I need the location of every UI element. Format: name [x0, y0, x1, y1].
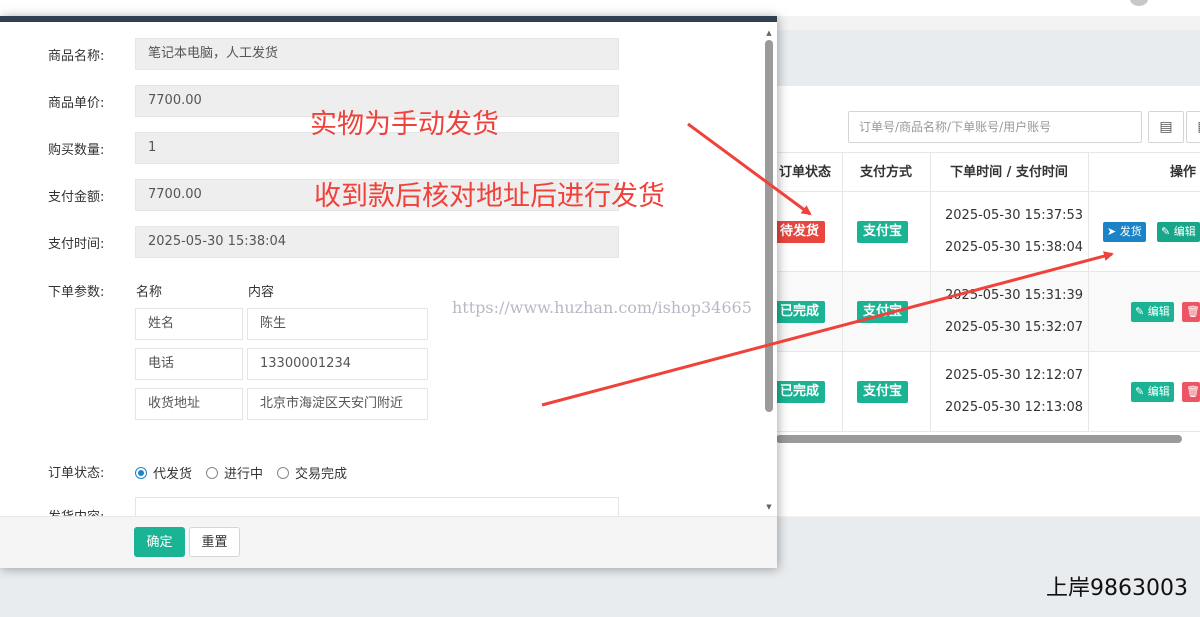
modal-body: 商品名称: 笔记本电脑，人工发货 商品单价: 7700.00 购买数量: 1 支…: [0, 22, 777, 516]
edit-button[interactable]: ✎ 编辑: [1131, 382, 1174, 402]
status-badge: 待发货: [774, 221, 826, 243]
param-name-cell[interactable]: 收货地址: [135, 388, 243, 420]
radio-checked-icon: [135, 466, 147, 479]
order-time: 2025-05-30 15:31:39: [945, 288, 1084, 303]
order-status-radio-group: 代发货 进行中 交易完成: [135, 463, 361, 482]
status-badge: 已完成: [774, 381, 826, 403]
payment-badge: 支付宝: [857, 221, 909, 243]
params-header-content: 内容: [248, 285, 275, 300]
param-content-cell[interactable]: 陈生: [247, 308, 428, 340]
order-edit-modal: 商品名称: 笔记本电脑，人工发货 商品单价: 7700.00 购买数量: 1 支…: [0, 16, 777, 568]
pay-time: 2025-05-30 15:32:07: [945, 320, 1084, 335]
top-navbar: [0, 0, 1200, 16]
quantity-label: 购买数量:: [48, 143, 105, 158]
pencil-icon: ✎: [1161, 225, 1171, 238]
table-row: 待发货 支付宝 2025-05-30 15:37:53 2025-05-30 1…: [774, 192, 1200, 272]
pay-amount-label: 支付金额:: [48, 190, 105, 205]
trash-icon: 🗑: [1186, 385, 1200, 398]
corner-contact-text: 上岸9863003: [1046, 576, 1188, 601]
payment-badge: 支付宝: [857, 381, 909, 403]
delivery-content-textarea[interactable]: [135, 497, 619, 516]
avatar[interactable]: [1130, 0, 1148, 6]
product-name-label: 商品名称:: [48, 49, 105, 64]
columns-button[interactable]: ▦: [1186, 111, 1200, 143]
th-payment-method: 支付方式: [859, 165, 912, 180]
edit-button[interactable]: ✎ 编辑: [1131, 302, 1174, 322]
content-header: [776, 30, 1200, 86]
pay-time: 2025-05-30 15:38:04: [945, 240, 1084, 255]
pencil-icon: ✎: [1135, 305, 1145, 318]
delete-button[interactable]: 🗑: [1182, 382, 1200, 402]
modal-footer: 确定 重置: [0, 516, 777, 568]
status-radio-in-progress[interactable]: 进行中: [206, 463, 263, 482]
th-order-pay-time: 下单时间 / 支付时间: [950, 165, 1068, 180]
order-params-label: 下单参数:: [48, 285, 105, 300]
scroll-up-icon[interactable]: ▲: [763, 28, 775, 38]
param-name-cell[interactable]: 姓名: [135, 308, 243, 340]
annotation-manual-shipping: 实物为手动发货: [310, 109, 499, 140]
edit-button[interactable]: ✎ 编辑: [1157, 222, 1200, 242]
param-content-cell[interactable]: 13300001234: [247, 348, 428, 380]
table-horizontal-scrollbar[interactable]: [776, 435, 1182, 443]
status-badge: 已完成: [774, 301, 826, 323]
status-radio-pending[interactable]: 代发货: [135, 463, 192, 482]
delete-button[interactable]: 🗑: [1182, 302, 1200, 322]
table-header: 订单状态 支付方式 下单时间 / 支付时间 操作: [776, 152, 1200, 192]
product-name-field[interactable]: 笔记本电脑，人工发货: [135, 38, 619, 70]
radio-unchecked-icon: [206, 466, 219, 479]
annotation-verify-address: 收到款后核对地址后进行发货: [314, 181, 665, 212]
orders-table: 订单状态 支付方式 下单时间 / 支付时间 操作 待发货 支付宝 2025-05…: [774, 152, 1200, 432]
order-time: 2025-05-30 12:12:07: [945, 368, 1084, 383]
order-search-input[interactable]: 订单号/商品名称/下单账号/用户账号: [848, 111, 1142, 143]
list-icon: ▤: [1159, 119, 1173, 135]
pay-time: 2025-05-30 12:13:08: [945, 400, 1084, 415]
radio-unchecked-icon: [277, 466, 290, 479]
scroll-down-icon[interactable]: ▼: [763, 502, 775, 512]
list-view-button[interactable]: ▤: [1148, 111, 1184, 143]
order-time: 2025-05-30 15:37:53: [945, 208, 1084, 223]
status-radio-completed[interactable]: 交易完成: [277, 463, 347, 482]
params-header-name: 名称: [136, 285, 163, 300]
trash-icon: 🗑: [1186, 305, 1200, 318]
order-status-label: 订单状态:: [48, 466, 105, 481]
delivery-content-label: 发货内容:: [48, 506, 104, 516]
unit-price-label: 商品单价:: [48, 96, 105, 111]
send-icon: ➤: [1107, 225, 1117, 238]
table-row: 已完成 支付宝 2025-05-30 15:31:39 2025-05-30 1…: [774, 272, 1200, 352]
confirm-button[interactable]: 确定: [134, 527, 185, 557]
reset-button[interactable]: 重置: [189, 527, 240, 557]
watermark-url: https://www.huzhan.com/ishop34665: [452, 298, 752, 317]
param-name-cell[interactable]: 电话: [135, 348, 243, 380]
modal-vertical-scrollbar[interactable]: [765, 40, 773, 412]
pencil-icon: ✎: [1135, 385, 1145, 398]
table-row: 已完成 支付宝 2025-05-30 12:12:07 2025-05-30 1…: [774, 352, 1200, 432]
th-actions: 操作: [1169, 165, 1196, 180]
ship-button[interactable]: ➤ 发货: [1103, 222, 1146, 242]
param-content-cell[interactable]: 北京市海淀区天安门附近: [247, 388, 428, 420]
th-order-status: 订单状态: [778, 165, 831, 180]
payment-badge: 支付宝: [857, 301, 909, 323]
pay-time-label: 支付时间:: [48, 237, 105, 252]
pay-time-field[interactable]: 2025-05-30 15:38:04: [135, 226, 619, 258]
